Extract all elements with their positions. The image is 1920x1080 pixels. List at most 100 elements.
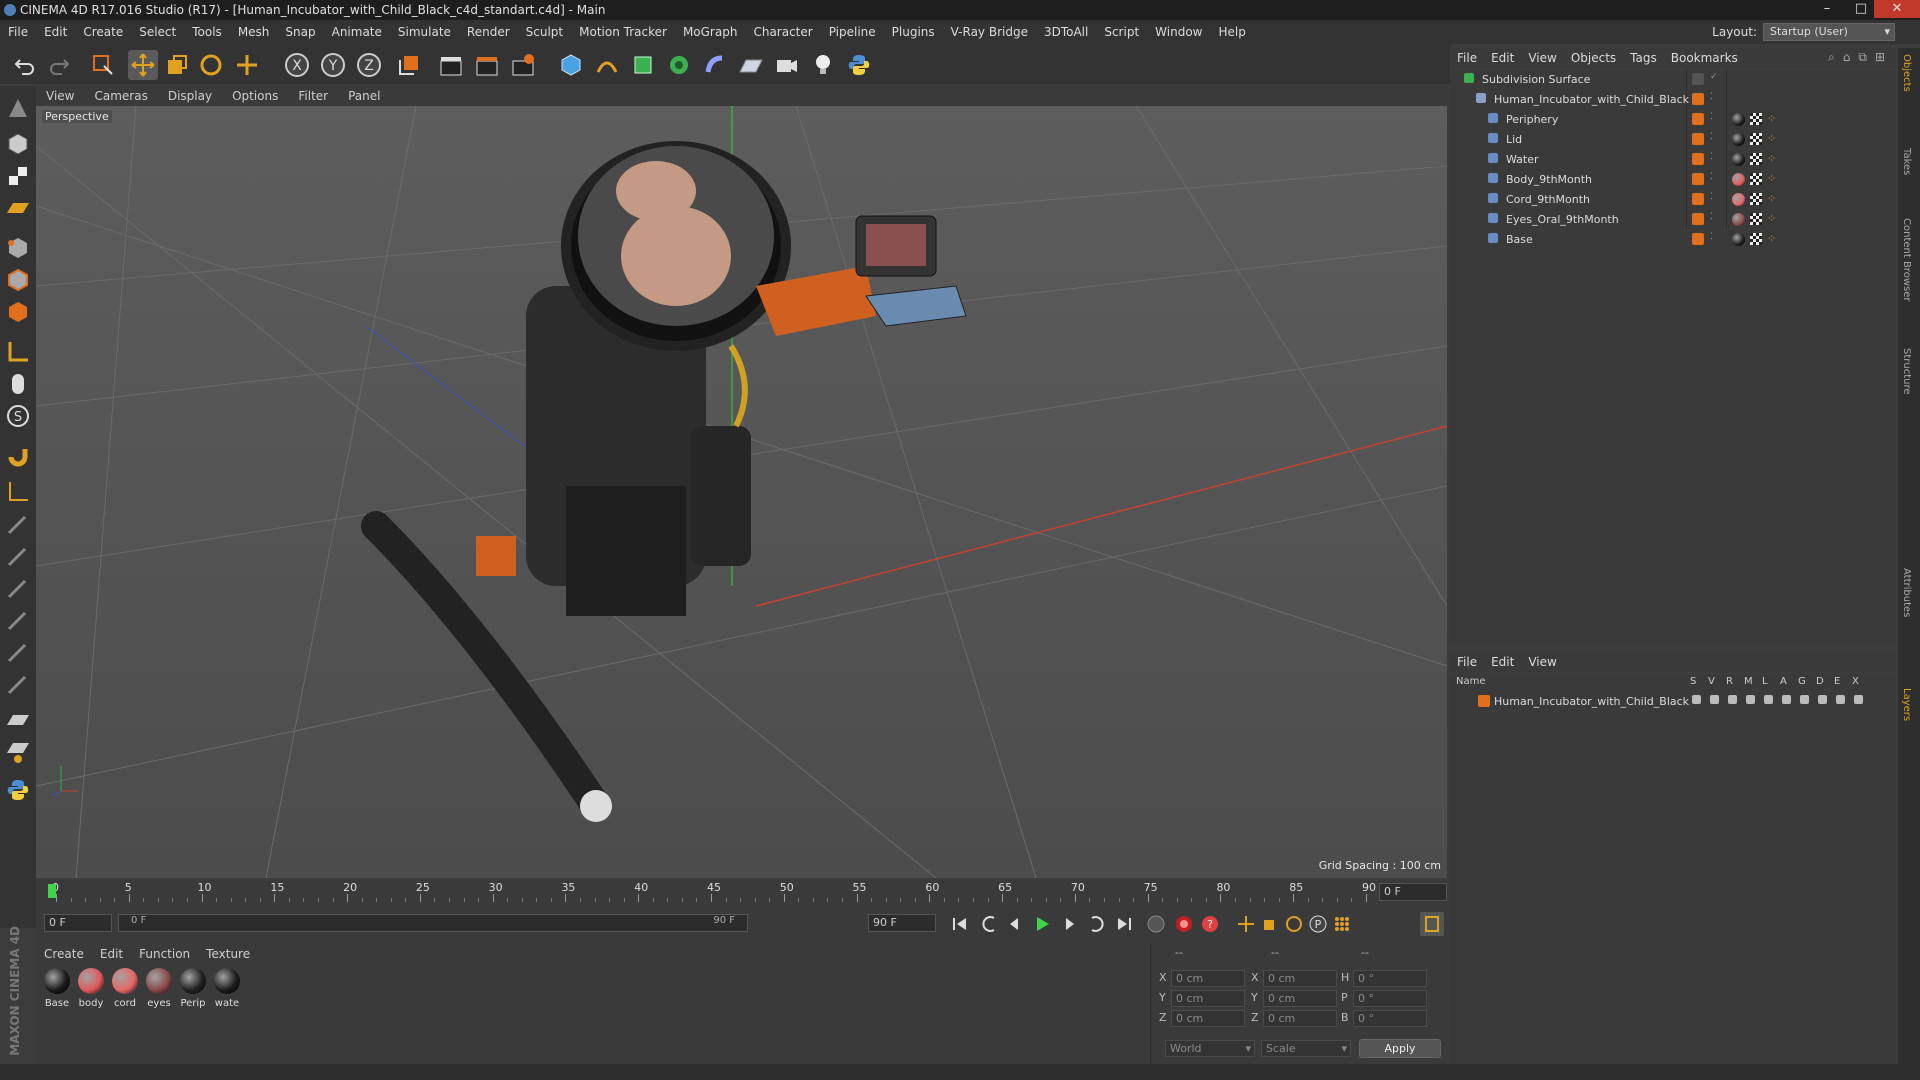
play-button[interactable] [1030, 912, 1054, 936]
snapping-button[interactable]: S [4, 402, 32, 430]
autokey-button[interactable]: ? [1198, 912, 1222, 936]
camera-button[interactable] [772, 50, 802, 80]
playhead[interactable] [48, 884, 56, 898]
uvw-tag-icon[interactable] [1750, 113, 1762, 125]
z-axis-button[interactable]: Z [354, 50, 384, 80]
coord-value-field[interactable]: 0 ° [1353, 990, 1427, 1007]
lock-icon[interactable] [1764, 695, 1773, 704]
visibility-dots-icon[interactable]: ⁚ [1710, 232, 1713, 242]
layer-column-header[interactable]: D [1816, 676, 1824, 687]
lock-workplane-button[interactable] [4, 706, 32, 734]
material-tag-icon[interactable] [1732, 213, 1745, 226]
menu-mesh[interactable]: Mesh [230, 25, 278, 39]
maximize-button[interactable]: □ [1844, 0, 1878, 18]
texture-mode-button[interactable] [4, 162, 32, 190]
polygons-mode-button[interactable] [4, 298, 32, 326]
previous-frame-button[interactable] [1002, 912, 1026, 936]
workplane-button[interactable] [4, 194, 32, 222]
viewport-camera-label[interactable]: Perspective [42, 110, 112, 123]
visibility-dots-icon[interactable]: ✓ [1710, 72, 1718, 82]
object-menu-objects[interactable]: Objects [1564, 51, 1623, 65]
object-row[interactable]: Water ⁚ ⁘ [1450, 150, 1896, 170]
material-tag-icon[interactable] [1732, 193, 1745, 206]
coordinate-mode-dropdown[interactable]: Scale ▾ [1261, 1040, 1351, 1057]
viewport-menu-display[interactable]: Display [158, 89, 222, 103]
uvw-tag-icon[interactable] [1750, 133, 1762, 145]
phong-tag-icon[interactable]: ⁘ [1767, 132, 1776, 145]
redo-button[interactable] [44, 50, 74, 80]
menu-script[interactable]: Script [1096, 25, 1147, 39]
render-picture-viewer-button[interactable] [472, 50, 502, 80]
rotate-tool-button[interactable] [196, 50, 226, 80]
end-frame-field[interactable]: 90 F [868, 914, 936, 932]
make-editable-button[interactable] [4, 94, 32, 122]
uvw-tag-icon[interactable] [1750, 213, 1762, 225]
expand-icon[interactable]: ⊞ [1875, 50, 1885, 65]
uvw-tag-icon[interactable] [1750, 193, 1762, 205]
side-tab-objects[interactable]: Objects [1901, 54, 1912, 92]
deformer-icon[interactable] [1818, 695, 1827, 704]
y-axis-button[interactable]: Y [318, 50, 348, 80]
menu-help[interactable]: Help [1210, 25, 1253, 39]
layer-column-header[interactable]: E [1834, 676, 1840, 687]
quantize-button[interactable] [4, 478, 32, 506]
move-tool-button[interactable] [128, 50, 158, 80]
object-row[interactable]: Subdivision Surface ✓ [1450, 70, 1896, 90]
menu-motion-tracker[interactable]: Motion Tracker [571, 25, 675, 39]
material-menu-texture[interactable]: Texture [198, 947, 258, 961]
workplane-mode-button[interactable] [4, 738, 32, 766]
object-row[interactable]: Cord_9thMonth ⁚ ⁘ [1450, 190, 1896, 210]
previous-key-button[interactable] [978, 912, 1002, 936]
object-menu-file[interactable]: File [1450, 51, 1484, 65]
coordinate-space-dropdown[interactable]: World ▾ [1165, 1040, 1255, 1057]
layer-menu-view[interactable]: View [1521, 655, 1563, 669]
visibility-dots-icon[interactable]: ⁚ [1710, 112, 1713, 122]
spline-pen-button[interactable] [592, 50, 622, 80]
scale-tool-button[interactable] [162, 50, 192, 80]
layer-column-header[interactable]: X [1852, 676, 1859, 687]
layer-column-header[interactable]: Name [1456, 676, 1486, 687]
coord-value-field[interactable]: 0 cm [1171, 1010, 1245, 1027]
layer-column-header[interactable]: G [1798, 676, 1806, 687]
deformer-button[interactable] [700, 50, 730, 80]
minimize-button[interactable]: – [1810, 0, 1844, 18]
visibility-dots-icon[interactable]: ⁚ [1710, 152, 1713, 162]
material-tag-icon[interactable] [1732, 173, 1745, 186]
key-parameter-button[interactable]: P [1306, 912, 1330, 936]
sculpt-brush-1[interactable] [4, 510, 32, 538]
motion-record-button[interactable] [1144, 912, 1168, 936]
menu-simulate[interactable]: Simulate [390, 25, 459, 39]
cube-button[interactable] [556, 50, 586, 80]
viewport-menu-filter[interactable]: Filter [288, 89, 338, 103]
viewport-menu-options[interactable]: Options [222, 89, 288, 103]
layer-menu-file[interactable]: File [1450, 655, 1484, 669]
coord-value-field[interactable]: 0 cm [1263, 990, 1337, 1007]
render-view-button[interactable] [436, 50, 466, 80]
edges-mode-button[interactable] [4, 266, 32, 294]
live-selection-button[interactable] [88, 50, 118, 80]
menu-file[interactable]: File [0, 25, 36, 39]
viewport-menu-view[interactable]: View [36, 89, 84, 103]
layer-column-header[interactable]: L [1762, 676, 1768, 687]
visibility-dots-icon[interactable]: ⁚ [1710, 92, 1713, 102]
apply-button[interactable]: Apply [1359, 1039, 1441, 1058]
render-settings-button[interactable] [508, 50, 538, 80]
mograph-cloner-button[interactable] [664, 50, 694, 80]
material-swatch[interactable]: eyes [144, 968, 174, 1009]
generator-icon[interactable] [1800, 695, 1809, 704]
object-row[interactable]: Periphery ⁚ ⁘ [1450, 110, 1896, 130]
go-to-start-button[interactable] [948, 912, 972, 936]
sculpt-brush-5[interactable] [4, 638, 32, 666]
home-icon[interactable]: ⌂ [1843, 50, 1851, 65]
frame-range-slider[interactable]: 0 F 90 F [118, 914, 748, 932]
layer-column-header[interactable]: V [1708, 676, 1715, 687]
perspective-viewport[interactable]: Perspective Grid Spacing : 100 cm ✥ ⇕ ⟳ … [36, 106, 1447, 878]
timeline-layout-button[interactable] [1420, 912, 1444, 936]
menu-snap[interactable]: Snap [277, 25, 323, 39]
material-swatch[interactable]: body [76, 968, 106, 1009]
layer-color-swatch[interactable] [1478, 695, 1490, 707]
coord-value-field[interactable]: 0 ° [1353, 970, 1427, 987]
layer-column-header[interactable]: S [1690, 676, 1696, 687]
menu-render[interactable]: Render [459, 25, 518, 39]
current-frame-field[interactable]: 0 F [1379, 883, 1447, 901]
